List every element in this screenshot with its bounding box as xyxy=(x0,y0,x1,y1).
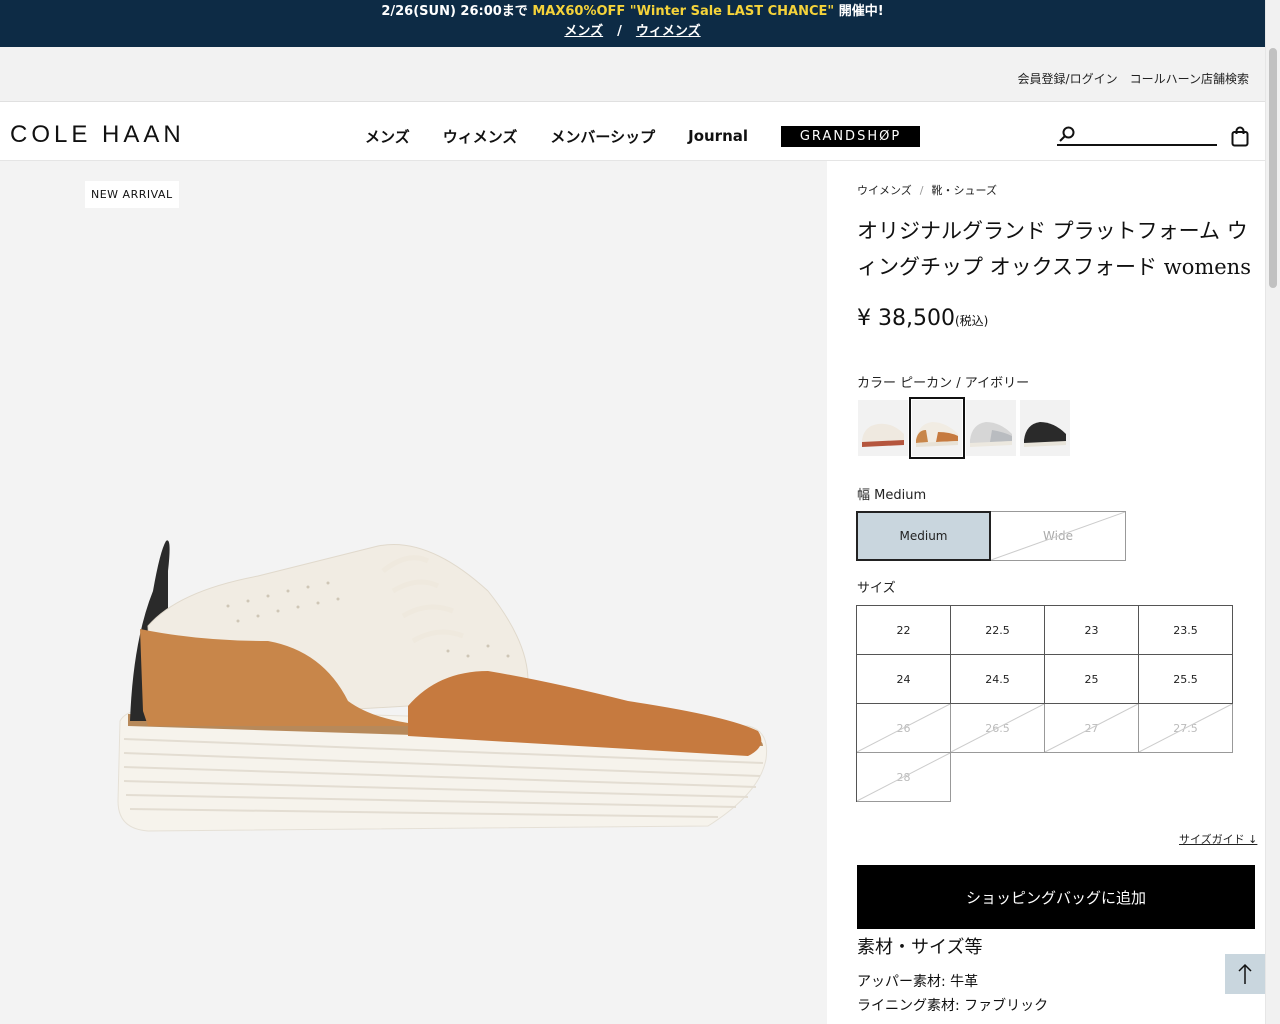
search-input[interactable] xyxy=(1079,124,1214,144)
login-link[interactable]: 会員登録/ログイン xyxy=(1018,72,1118,86)
product-gallery[interactable]: NEW ARRIVAL xyxy=(0,161,827,1024)
product-title: オリジナルグランド プラットフォーム ウィングチップ オックスフォード wome… xyxy=(857,219,1251,279)
main-header: COLE HAAN メンズ ウィメンズ メンバーシップ Journal GRAN… xyxy=(0,102,1265,161)
size-guide-link[interactable]: サイズガイド ↓ xyxy=(1179,831,1257,847)
brand-logo[interactable]: COLE HAAN xyxy=(10,121,185,149)
nav-item-mens[interactable]: メンズ xyxy=(365,126,410,147)
size-label: サイズ xyxy=(857,581,896,596)
color-label: カラー ピーカン / アイボリー xyxy=(857,376,1030,391)
size-option-label: 24.5 xyxy=(985,672,1010,686)
spec-lining: ライニング素材: ファブリック xyxy=(857,998,1049,1014)
width-label: 幅 Medium xyxy=(857,488,927,503)
spec-upper: アッパー素材: 牛革 xyxy=(857,974,979,990)
store-search-link[interactable]: コールハーン店舗検索 xyxy=(1130,72,1249,86)
width-option-wide[interactable]: Wide xyxy=(991,511,1126,561)
search-box xyxy=(1057,124,1217,146)
scrollbar-thumb[interactable] xyxy=(1269,48,1277,288)
promo-highlight: MAX60%OFF "Winter Sale LAST CHANCE" xyxy=(532,4,835,19)
search-icon[interactable] xyxy=(1059,126,1075,142)
nav-item-journal[interactable]: Journal xyxy=(688,127,748,145)
size-option-label: 27 xyxy=(1084,721,1099,735)
nav-item-womens[interactable]: ウィメンズ xyxy=(443,126,518,147)
size-grid: 22 22.5 23 23.5 24 24.5 25 25.5 26 26.5 27 27.5 28 xyxy=(856,605,1233,802)
size-option[interactable]: 27 xyxy=(1045,704,1139,753)
utility-bar: 会員登録/ログイン コールハーン店舗検索 xyxy=(0,47,1265,102)
back-to-top-button[interactable] xyxy=(1225,954,1265,994)
utility-links: 会員登録/ログイン コールハーン店舗検索 xyxy=(1006,70,1249,87)
color-swatch-silver[interactable] xyxy=(966,400,1016,456)
promo-links: メンズ / ウィメンズ xyxy=(0,25,1265,39)
promo-separator: / xyxy=(617,24,622,39)
size-option[interactable]: 24.5 xyxy=(951,655,1045,704)
promo-suffix: 開催中! xyxy=(834,4,884,19)
page-scrollbar[interactable] xyxy=(1265,0,1280,1024)
size-option[interactable]: 27.5 xyxy=(1139,704,1233,753)
product-price: ¥ 38,500(税込) xyxy=(857,306,988,331)
product-image xyxy=(117,540,768,832)
tax-note: (税込) xyxy=(954,314,989,328)
shopping-bag-icon[interactable] xyxy=(1231,126,1249,147)
size-option[interactable]: 28 xyxy=(857,753,951,802)
spec-heading: 素材・サイズ等 xyxy=(857,937,983,958)
size-option[interactable]: 26 xyxy=(857,704,951,753)
add-to-bag-button[interactable]: ショッピングバッグに追加 xyxy=(857,865,1255,929)
size-option-label: 26 xyxy=(896,721,911,735)
size-option[interactable]: 25.5 xyxy=(1139,655,1233,704)
size-option[interactable]: 26.5 xyxy=(951,704,1045,753)
size-option[interactable]: 22.5 xyxy=(951,606,1045,655)
promo-link-womens[interactable]: ウィメンズ xyxy=(636,24,701,39)
new-arrival-badge: NEW ARRIVAL xyxy=(85,181,179,208)
spec-list: アッパー素材: 牛革 ライニング素材: ファブリック xyxy=(857,970,1048,1018)
nav-item-grandshop[interactable]: GRANDSHØP xyxy=(781,126,921,147)
breadcrumb-item-womens[interactable]: ウイメンズ xyxy=(857,184,912,197)
arrow-up-icon xyxy=(1238,963,1252,984)
color-swatch-pecan-ivory[interactable] xyxy=(909,397,965,459)
size-option-label: 22 xyxy=(896,623,911,637)
promo-message: 2/26(SUN) 26:00まで MAX60%OFF "Winter Sale… xyxy=(0,0,1265,19)
color-swatches xyxy=(858,397,1074,459)
breadcrumb: ウイメンズ / 靴・シューズ xyxy=(857,182,997,198)
size-option-label: 28 xyxy=(896,770,911,784)
nav-item-membership[interactable]: メンバーシップ xyxy=(550,126,655,147)
color-swatch-black[interactable] xyxy=(1020,400,1070,456)
size-option-label: 27.5 xyxy=(1173,721,1198,735)
breadcrumb-separator: / xyxy=(919,184,924,197)
promo-link-mens[interactable]: メンズ xyxy=(564,24,603,39)
size-option-label: 25 xyxy=(1084,672,1099,686)
width-option-medium[interactable]: Medium xyxy=(856,511,991,561)
width-options: Medium Wide xyxy=(856,511,1126,561)
size-option[interactable]: 25 xyxy=(1045,655,1139,704)
size-option[interactable]: 24 xyxy=(857,655,951,704)
size-option-label: 23 xyxy=(1084,623,1099,637)
width-option-wide-label: Wide xyxy=(1043,529,1073,543)
main-nav: メンズ ウィメンズ メンバーシップ Journal GRANDSHØP xyxy=(365,125,921,147)
price-value: ¥ 38,500 xyxy=(857,306,955,331)
size-option[interactable]: 22 xyxy=(857,606,951,655)
breadcrumb-item-shoes[interactable]: 靴・シューズ xyxy=(932,184,997,197)
size-option-label: 24 xyxy=(896,672,911,686)
product-details-panel: ウイメンズ / 靴・シューズ オリジナルグランド プラットフォーム ウィングチップ … xyxy=(827,161,1265,1024)
size-option[interactable]: 23 xyxy=(1045,606,1139,655)
size-option-label: 22.5 xyxy=(985,623,1010,637)
promo-prefix: 2/26(SUN) 26:00まで xyxy=(381,4,533,19)
size-option-label: 23.5 xyxy=(1173,623,1198,637)
promo-banner: 2/26(SUN) 26:00まで MAX60%OFF "Winter Sale… xyxy=(0,0,1265,47)
size-option-label: 26.5 xyxy=(985,721,1010,735)
size-option[interactable]: 23.5 xyxy=(1139,606,1233,655)
color-swatch-ivory-brown[interactable] xyxy=(858,400,908,456)
size-option-label: 25.5 xyxy=(1173,672,1198,686)
